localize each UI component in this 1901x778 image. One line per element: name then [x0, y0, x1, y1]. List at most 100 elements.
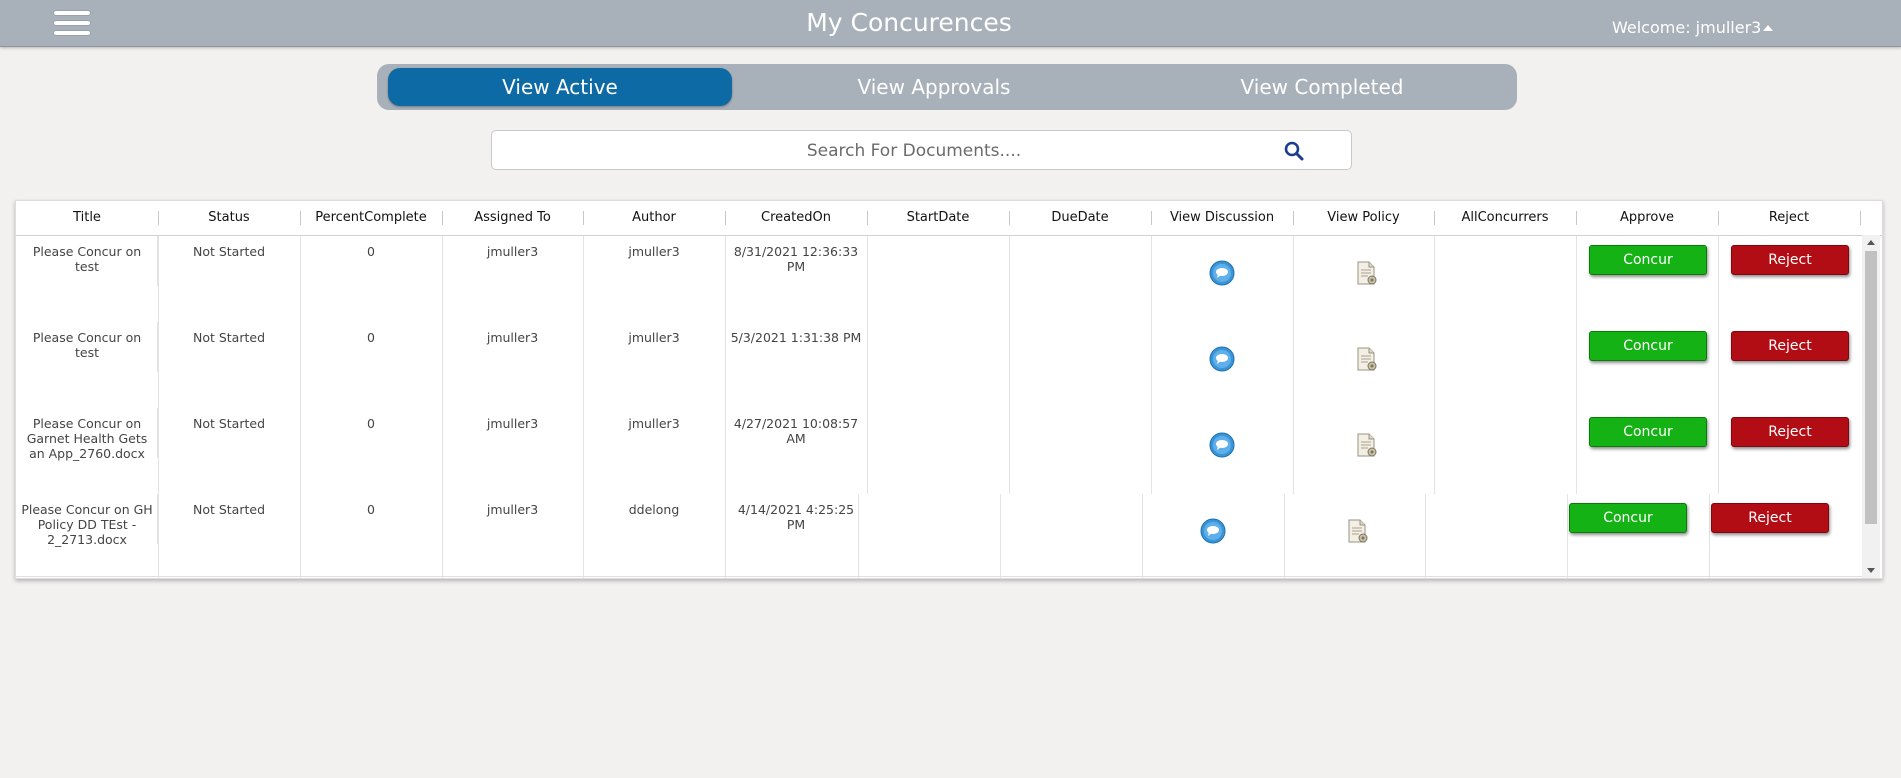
page-title: My Concurences	[806, 8, 1012, 37]
assigned-to-cell: jmuller3	[486, 244, 539, 259]
table-row[interactable]: Please Concur on test Not Started 0 jmuller…	[16, 322, 1862, 409]
chat-bubble-icon[interactable]	[1209, 432, 1235, 458]
assigned-to-cell: jmuller3	[486, 502, 539, 517]
document-icon[interactable]	[1353, 260, 1379, 286]
title-cell: Please Concur on GH Policy DD TEst - 2_2…	[21, 502, 153, 547]
table-row[interactable]: Please Concur on Garnet Health Gets an A…	[16, 408, 1862, 495]
cell-divider	[1567, 494, 1568, 578]
cell-divider	[158, 494, 159, 578]
header-separator	[1860, 211, 1861, 225]
cell-divider	[1576, 408, 1577, 494]
welcome-text: Welcome: jmuller3	[1612, 18, 1762, 37]
cell-divider	[1009, 322, 1010, 408]
cell-divider	[158, 236, 159, 322]
cell-divider	[1425, 494, 1426, 578]
cell-divider	[442, 408, 443, 494]
cell-divider	[867, 322, 868, 408]
title-cell: Please Concur on Garnet Health Gets an A…	[26, 416, 148, 461]
table-row[interactable]: Please Concur on test Not Started 0 jmuller…	[16, 236, 1862, 323]
document-icon[interactable]	[1353, 432, 1379, 458]
cell-divider	[1718, 408, 1719, 494]
header-col-view-discussion[interactable]: View Discussion	[1151, 201, 1293, 235]
tab-view-completed[interactable]: View Completed	[1147, 68, 1497, 106]
concur-button[interactable]: Concur	[1589, 417, 1707, 447]
reject-button[interactable]: Reject	[1731, 331, 1849, 361]
header-col-title[interactable]: Title	[16, 201, 158, 235]
cell-divider	[867, 236, 868, 322]
status-cell: Not Started	[192, 244, 266, 259]
chat-bubble-icon[interactable]	[1209, 346, 1235, 372]
title-cell: Please Concur on test	[32, 330, 142, 360]
created-on-cell: 4/14/2021 4:25:25 PM	[737, 502, 855, 532]
cell-divider	[158, 322, 159, 408]
cell-divider	[1151, 408, 1152, 494]
cell-divider	[1434, 408, 1435, 494]
cell-divider	[442, 236, 443, 322]
cell-divider	[300, 236, 301, 322]
author-cell: jmuller3	[628, 244, 680, 259]
header-col-status[interactable]: Status	[158, 201, 300, 235]
reject-button[interactable]: Reject	[1711, 503, 1829, 533]
header-col-assigned-to[interactable]: Assigned To	[442, 201, 583, 235]
header-col-due-date[interactable]: DueDate	[1009, 201, 1151, 235]
header-col-created-on[interactable]: CreatedOn	[725, 201, 867, 235]
cell-divider	[1576, 322, 1577, 408]
cell-divider	[1293, 408, 1294, 494]
header-col-author[interactable]: Author	[583, 201, 725, 235]
search-icon[interactable]	[1282, 139, 1306, 163]
caret-up-icon	[1763, 25, 1774, 31]
status-cell: Not Started	[192, 502, 266, 517]
scroll-down-icon[interactable]	[1867, 568, 1875, 573]
cell-divider	[1709, 494, 1710, 578]
table-row[interactable]: Please Concur on GH Policy DD TEst - 2_2…	[16, 494, 1862, 578]
cell-divider	[1434, 322, 1435, 408]
cell-divider	[1718, 322, 1719, 408]
percent-complete-cell: 0	[367, 330, 375, 345]
status-cell: Not Started	[192, 416, 266, 431]
header-col-reject[interactable]: Reject	[1718, 201, 1860, 235]
cell-divider	[1000, 494, 1001, 578]
header-col-percent-complete[interactable]: PercentComplete	[300, 201, 442, 235]
cell-divider	[725, 494, 726, 578]
header-col-start-date[interactable]: StartDate	[867, 201, 1009, 235]
title-cell: Please Concur on test	[32, 244, 142, 274]
created-on-cell: 8/31/2021 12:36:33 PM	[733, 244, 859, 274]
cell-divider	[300, 408, 301, 494]
cell-divider	[442, 494, 443, 578]
chat-bubble-icon[interactable]	[1200, 518, 1226, 544]
cell-divider	[1718, 236, 1719, 322]
top-bar: My Concurences Welcome: jmuller3	[0, 0, 1901, 47]
header-col-view-policy[interactable]: View Policy	[1293, 201, 1434, 235]
reject-button[interactable]: Reject	[1731, 417, 1849, 447]
scroll-thumb[interactable]	[1865, 251, 1877, 524]
cell-divider	[1293, 236, 1294, 322]
tab-view-active[interactable]: View Active	[388, 68, 732, 106]
author-cell: jmuller3	[628, 416, 680, 431]
tab-view-approvals[interactable]: View Approvals	[762, 68, 1106, 106]
cell-divider	[300, 322, 301, 408]
concur-button[interactable]: Concur	[1589, 245, 1707, 275]
cell-divider	[725, 322, 726, 408]
assigned-to-cell: jmuller3	[486, 416, 539, 431]
cell-divider	[1576, 236, 1577, 322]
chat-bubble-icon[interactable]	[1209, 260, 1235, 286]
concur-button[interactable]: Concur	[1589, 331, 1707, 361]
header-col-approve[interactable]: Approve	[1576, 201, 1718, 235]
document-icon[interactable]	[1353, 346, 1379, 372]
cell-divider	[583, 322, 584, 408]
cell-divider	[583, 494, 584, 578]
header-col-all-concurrers[interactable]: AllConcurrers	[1434, 201, 1576, 235]
search-input[interactable]	[532, 131, 1296, 171]
user-menu[interactable]: Welcome: jmuller3	[1612, 18, 1774, 37]
status-cell: Not Started	[192, 330, 266, 345]
cell-divider	[725, 408, 726, 494]
vertical-scrollbar[interactable]	[1862, 235, 1880, 578]
cell-divider	[1151, 236, 1152, 322]
concur-button[interactable]: Concur	[1569, 503, 1687, 533]
reject-button[interactable]: Reject	[1731, 245, 1849, 275]
scroll-up-icon[interactable]	[1867, 240, 1875, 245]
author-cell: jmuller3	[628, 330, 680, 345]
concurrences-table: Title Status PercentComplete Assigned To Aut…	[15, 200, 1883, 579]
document-icon[interactable]	[1344, 518, 1370, 544]
cell-divider	[858, 494, 859, 578]
